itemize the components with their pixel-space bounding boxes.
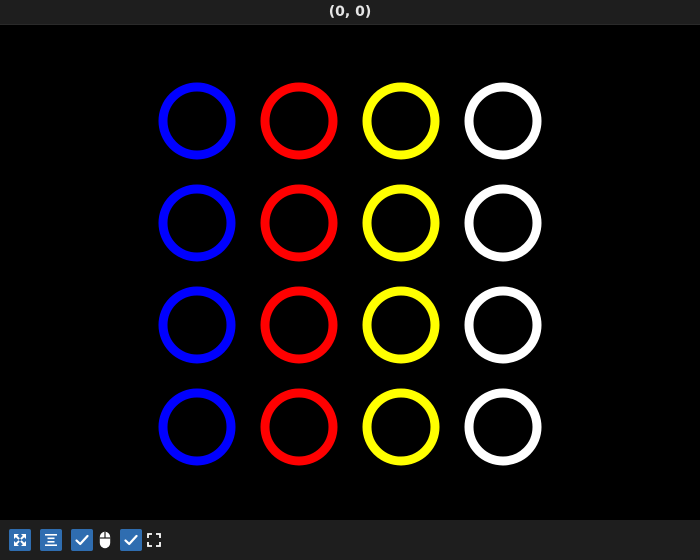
fullscreen-toggle-checkbox[interactable]: [120, 529, 142, 551]
fullscreen-icon: [147, 533, 161, 547]
window-title: (0, 0): [328, 4, 372, 20]
fullscreen-indicator: [146, 529, 162, 551]
yellow-ring: [362, 184, 440, 262]
title-bar: (0, 0): [0, 0, 700, 24]
align-center-button[interactable]: [40, 529, 62, 551]
red-ring: [260, 388, 338, 466]
app-window: (0, 0): [0, 0, 700, 560]
yellow-ring: [362, 388, 440, 466]
fit-view-button[interactable]: [9, 529, 31, 551]
white-ring: [464, 82, 542, 160]
blue-ring: [158, 82, 236, 160]
blue-ring: [158, 286, 236, 364]
white-ring: [464, 184, 542, 262]
render-canvas[interactable]: [0, 24, 700, 520]
ring-grid: [158, 82, 542, 466]
fit-view-icon: [14, 534, 26, 546]
mouse-toggle-checkbox[interactable]: [71, 529, 93, 551]
white-ring: [464, 286, 542, 364]
bottom-toolbar: [0, 520, 700, 560]
checkbox-checked-icon: [124, 534, 138, 546]
yellow-ring: [362, 286, 440, 364]
blue-ring: [158, 388, 236, 466]
red-ring: [260, 82, 338, 160]
red-ring: [260, 184, 338, 262]
white-ring: [464, 388, 542, 466]
yellow-ring: [362, 82, 440, 160]
mouse-icon: [99, 531, 111, 549]
blue-ring: [158, 184, 236, 262]
checkbox-checked-icon: [75, 534, 89, 546]
mouse-indicator: [97, 529, 113, 551]
red-ring: [260, 286, 338, 364]
align-center-icon: [45, 534, 57, 546]
